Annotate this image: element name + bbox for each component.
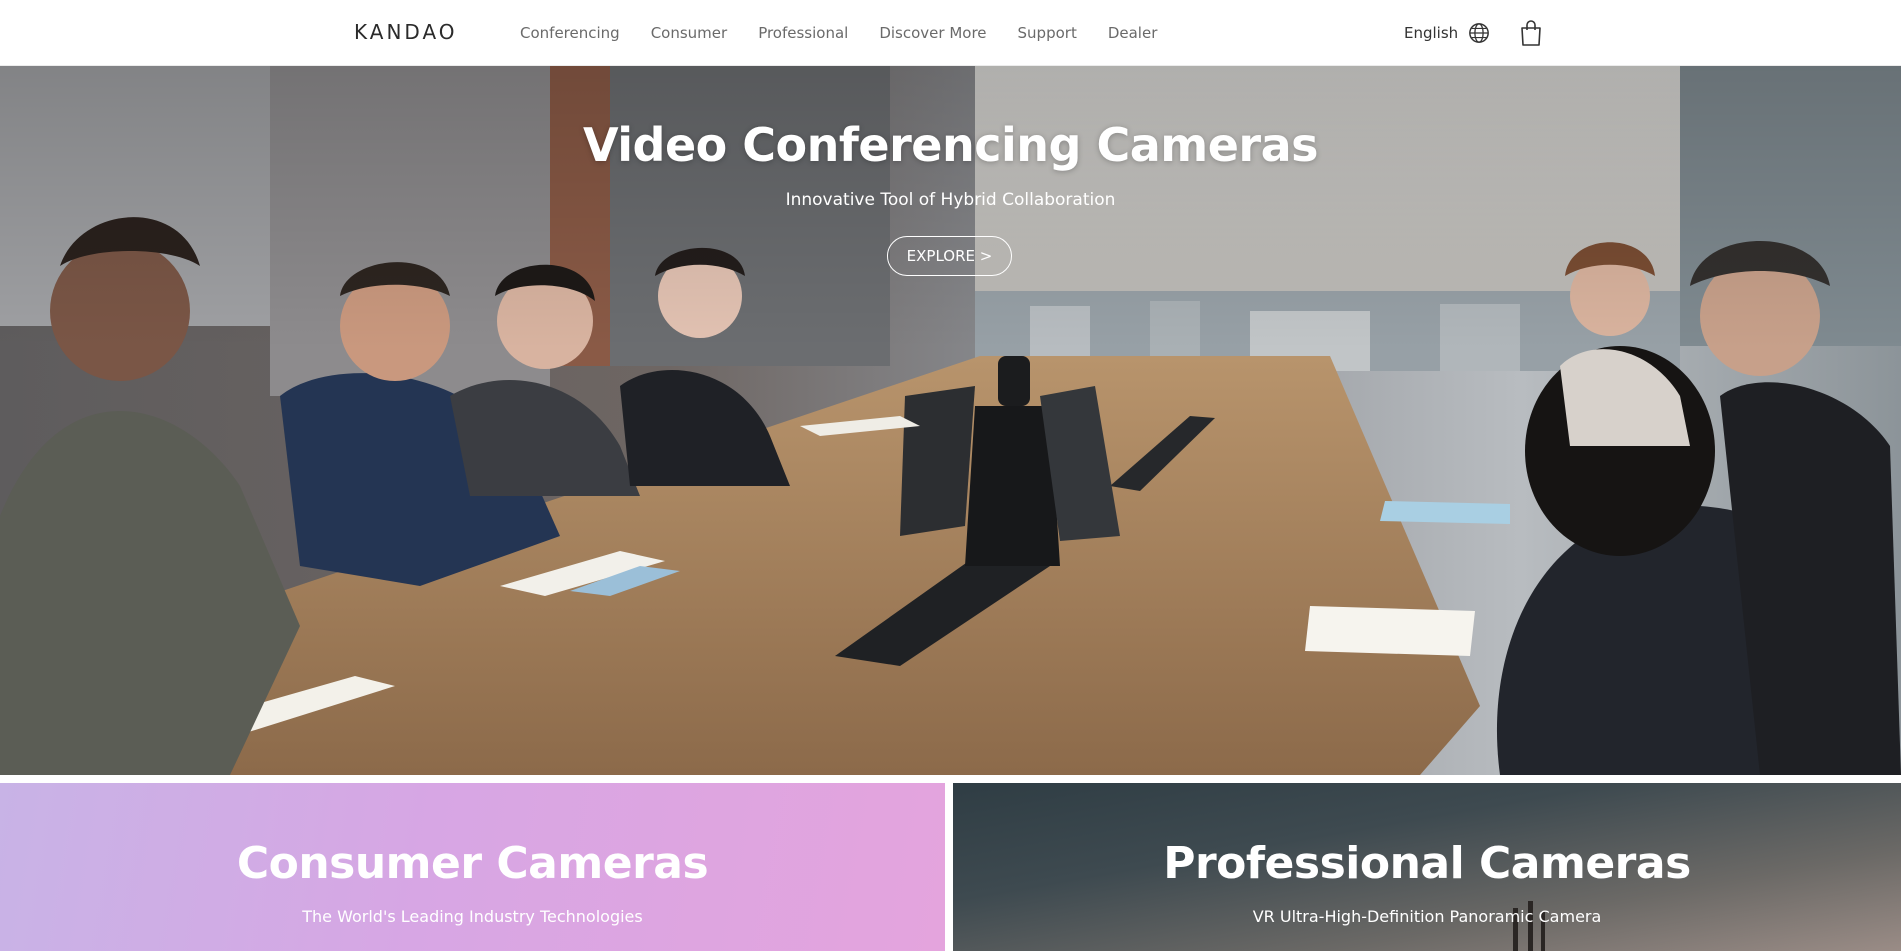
shopping-bag-icon[interactable]: [1520, 20, 1542, 46]
consumer-cameras-tile[interactable]: Consumer Cameras The World's Leading Ind…: [0, 783, 945, 951]
language-label: English: [1404, 24, 1459, 42]
language-selector[interactable]: English: [1404, 0, 1490, 66]
hero-banner: Video Conferencing Cameras Innovative To…: [0, 66, 1901, 775]
nav-item-discover-more[interactable]: Discover More: [879, 24, 986, 42]
nav-item-consumer[interactable]: Consumer: [651, 24, 728, 42]
nav-item-dealer[interactable]: Dealer: [1108, 24, 1158, 42]
professional-cameras-tile[interactable]: Professional Cameras VR Ultra-High-Defin…: [953, 783, 1901, 951]
globe-icon: [1469, 23, 1490, 43]
professional-cameras-subtitle: VR Ultra-High-Definition Panoramic Camer…: [1252, 907, 1602, 926]
kandao-logo[interactable]: KANDAO: [354, 20, 458, 44]
nav-item-professional[interactable]: Professional: [758, 24, 848, 42]
hero-title: Video Conferencing Cameras: [582, 118, 1319, 172]
nav-item-conferencing[interactable]: Conferencing: [520, 24, 620, 42]
site-header: KANDAO Conferencing Consumer Professiona…: [0, 0, 1901, 66]
consumer-cameras-subtitle: The World's Leading Industry Technologie…: [302, 907, 643, 926]
main-nav: Conferencing Consumer Professional Disco…: [520, 0, 1188, 66]
explore-button[interactable]: EXPLORE >: [887, 236, 1012, 276]
hero-subtitle: Innovative Tool of Hybrid Collaboration: [785, 190, 1116, 210]
nav-item-support[interactable]: Support: [1018, 24, 1077, 42]
consumer-cameras-title: Consumer Cameras: [236, 838, 709, 889]
hero-meeting-room-image: [0, 66, 1901, 775]
professional-cameras-title: Professional Cameras: [1163, 838, 1691, 889]
